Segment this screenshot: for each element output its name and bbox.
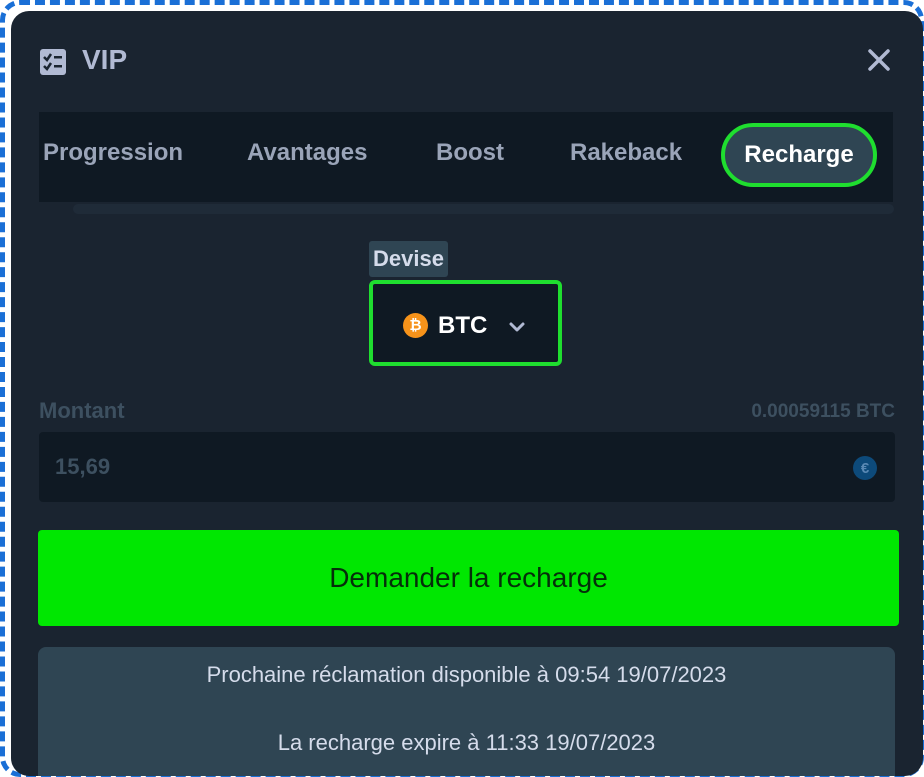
currency-label: Devise (369, 241, 448, 277)
tabs-scrollbar[interactable] (73, 204, 894, 214)
crypto-equivalent: 0.00059115 BTC (751, 401, 895, 422)
amount-field[interactable]: 15,69 € (39, 432, 895, 502)
tab-progression[interactable]: Progression (43, 139, 183, 167)
tab-boost[interactable]: Boost (436, 139, 504, 167)
chevron-down-icon (509, 322, 525, 332)
close-icon[interactable] (866, 47, 892, 73)
tab-recharge[interactable]: Recharge (721, 123, 877, 187)
tab-avantages[interactable]: Avantages (247, 139, 368, 167)
amount-value: 15,69 (55, 454, 111, 479)
modal-title: VIP (82, 44, 128, 75)
currency-code: BTC (438, 312, 488, 339)
checklist-icon (40, 49, 66, 75)
request-recharge-button[interactable]: Demander la recharge (38, 530, 899, 626)
next-claim-text: Prochaine réclamation disponible à 09:54… (206, 662, 727, 687)
tab-rakeback[interactable]: Rakeback (570, 139, 682, 167)
vip-modal: VIP Progression Avantages Boost Rakeback… (11, 11, 923, 776)
currency-select[interactable]: ₿ BTC (369, 280, 562, 366)
expiry-text: La recharge expire à 11:33 19/07/2023 (277, 730, 656, 755)
euro-icon: € (853, 456, 877, 480)
screenshot-frame: VIP Progression Avantages Boost Rakeback… (0, 0, 924, 777)
bitcoin-icon: ₿ (403, 313, 428, 338)
recharge-info-box: Prochaine réclamation disponible à 09:54… (38, 647, 895, 776)
amount-label: Montant (39, 398, 125, 423)
